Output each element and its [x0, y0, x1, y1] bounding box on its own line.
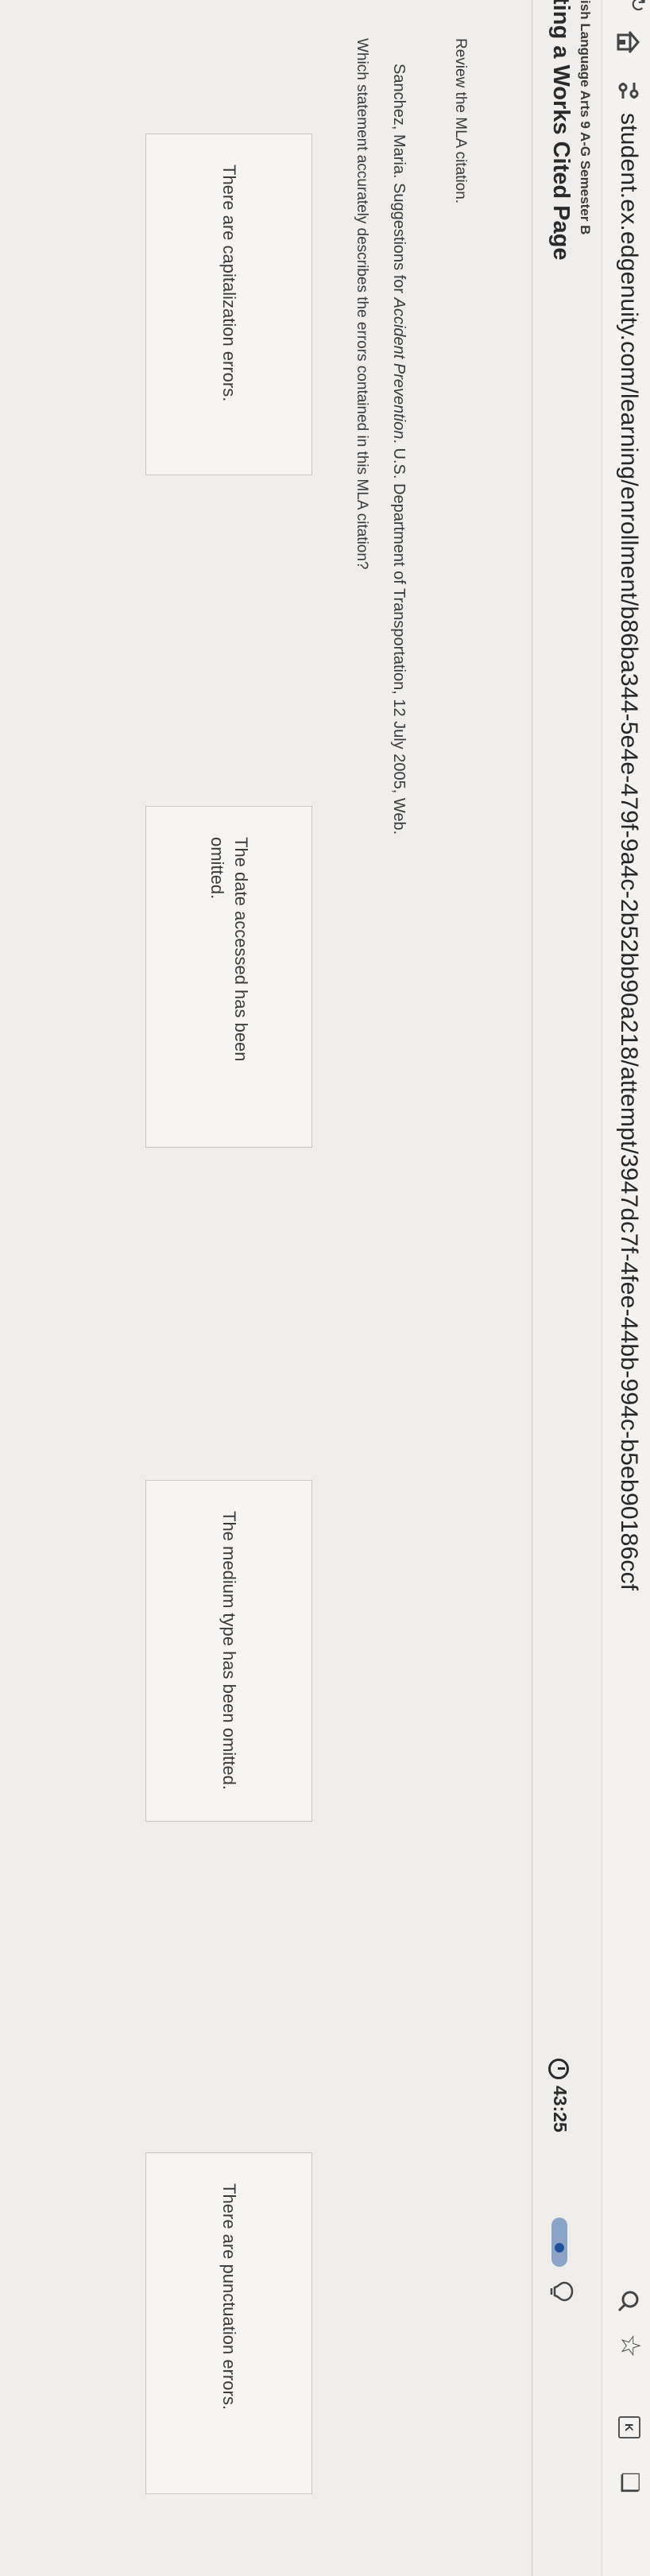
address-bar-url[interactable]: student.ex.edgenuity.com/learning/enroll…	[615, 113, 642, 1590]
question-text: Which statement accurately describes the…	[354, 38, 370, 570]
timer-value: 43:25	[550, 2086, 571, 2132]
progress-indicator	[551, 2218, 567, 2267]
course-title: ish Language Arts 9 A-G Semester B	[578, 0, 593, 235]
clock-icon	[548, 2059, 570, 2079]
site-info-icon[interactable]	[617, 79, 640, 102]
puzzle-icon[interactable]: ❏	[616, 2472, 644, 2493]
lesson-title: iting a Works Cited Page	[548, 0, 574, 261]
browser-toolbar: ↻ student.ex.edgenuity.com/learning/enro…	[602, 0, 650, 2576]
answer-label: There are punctuation errors.	[219, 2183, 239, 2410]
help-bulb-icon[interactable]	[548, 2281, 574, 2302]
bookmark-star-icon[interactable]: ☆	[615, 2334, 645, 2357]
answer-option[interactable]: There are capitalization errors.	[145, 134, 312, 475]
citation-title: Accident Prevention	[390, 297, 408, 440]
question-prompt: Review the MLA citation.	[452, 38, 469, 204]
zoom-icon[interactable]	[617, 2289, 640, 2313]
citation-part: Sanchez, Maria. Suggestions for	[390, 64, 408, 298]
extension-icon[interactable]: K	[618, 2416, 640, 2438]
citation-part: . U.S. Department of Transportation, 12 …	[390, 439, 408, 835]
answer-option[interactable]: The medium type has been omitted.	[145, 1480, 312, 1822]
screen: ↻ student.ex.edgenuity.com/learning/enro…	[0, 0, 650, 2576]
mla-citation: Sanchez, Maria. Suggestions for Accident…	[389, 64, 408, 835]
home-icon[interactable]	[615, 29, 642, 56]
answer-option[interactable]: There are punctuation errors.	[145, 2152, 312, 2494]
answer-label: The medium type has been omitted.	[219, 1511, 239, 1790]
reload-icon[interactable]: ↻	[626, 0, 650, 19]
answer-label: The date accessed has been omitted.	[207, 837, 251, 1062]
timer: 43:25	[548, 2059, 571, 2132]
answer-label: There are capitalization errors.	[219, 165, 239, 402]
answer-option[interactable]: The date accessed has been omitted.	[145, 806, 312, 1148]
